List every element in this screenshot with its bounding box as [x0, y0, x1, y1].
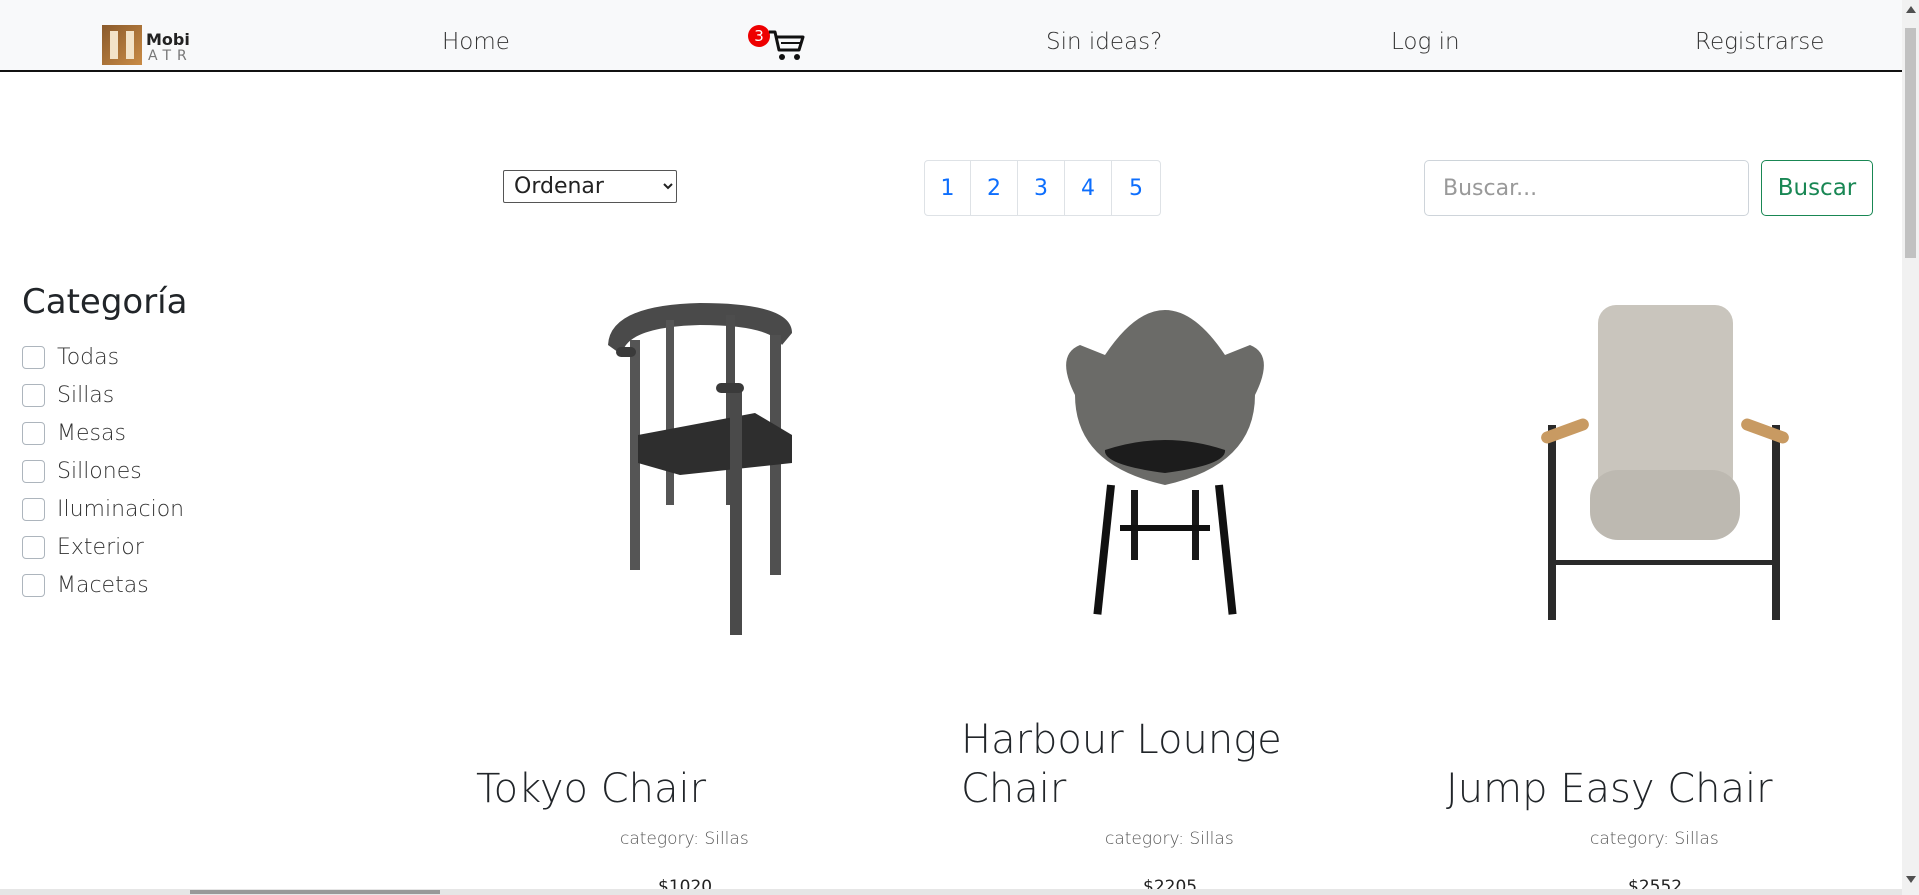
nav-login-link[interactable]: Log in [1391, 29, 1460, 55]
category-label: Sillones [57, 458, 142, 484]
product-name[interactable]: Jump Easy Chair [1446, 765, 1826, 814]
logo-text-bottom: ATR [148, 48, 193, 64]
cart-icon [769, 30, 805, 60]
product-category: category: Sillas [1105, 829, 1234, 849]
product-category: category: Sillas [620, 829, 749, 849]
category-item-mesas[interactable]: Mesas [22, 414, 184, 452]
product-card-harbour-lounge-chair[interactable]: Harbour Lounge Chair category: Sillas $2… [955, 285, 1375, 895]
chair-image[interactable] [530, 285, 830, 635]
nav-home-link[interactable]: Home [442, 29, 510, 55]
horizontal-scrollbar[interactable] [0, 889, 1902, 895]
category-checkbox[interactable] [22, 421, 45, 445]
page-link-1[interactable]: 1 [924, 160, 971, 216]
product-name[interactable]: Tokyo Chair [476, 765, 856, 814]
category-label: Mesas [57, 420, 126, 446]
vertical-scrollbar[interactable] [1902, 0, 1919, 895]
category-label: Exterior [57, 534, 144, 560]
search-button[interactable]: Buscar [1761, 160, 1873, 216]
category-item-sillas[interactable]: Sillas [22, 376, 184, 414]
category-label: Iluminacion [57, 496, 185, 522]
category-item-sillones[interactable]: Sillones [22, 452, 184, 490]
brand-logo[interactable]: Mobi ATR [102, 25, 192, 67]
nav-register-link[interactable]: Registrarse [1695, 29, 1824, 55]
category-checkbox[interactable] [22, 535, 45, 559]
category-item-exterior[interactable]: Exterior [22, 528, 184, 566]
category-checkbox[interactable] [22, 345, 45, 369]
category-checkbox[interactable] [22, 573, 45, 597]
category-item-iluminacion[interactable]: Iluminacion [22, 490, 184, 528]
category-label: Macetas [57, 572, 149, 598]
category-title: Categoría [22, 282, 188, 322]
category-checkbox[interactable] [22, 459, 45, 483]
category-checkbox[interactable] [22, 383, 45, 407]
chair-image[interactable] [1500, 285, 1800, 635]
logo-mark-icon [102, 25, 142, 65]
chair-image[interactable] [1015, 285, 1315, 635]
pagination: 1 2 3 4 5 [924, 160, 1161, 216]
category-item-todas[interactable]: Todas [22, 338, 184, 376]
search-input[interactable] [1424, 160, 1749, 216]
cart-button[interactable]: 3 [745, 23, 810, 65]
scroll-down-arrow-icon[interactable] [1906, 876, 1916, 883]
page-link-5[interactable]: 5 [1111, 160, 1161, 216]
category-list: Todas Sillas Mesas Sillones Iluminacion … [22, 338, 184, 604]
product-card-tokyo-chair[interactable]: Tokyo Chair category: Sillas $1020 [470, 285, 890, 895]
cart-count-badge: 3 [748, 25, 770, 47]
product-category: category: Sillas [1590, 829, 1719, 849]
product-card-jump-easy-chair[interactable]: Jump Easy Chair category: Sillas $2552 [1440, 285, 1860, 895]
category-item-macetas[interactable]: Macetas [22, 566, 184, 604]
category-label: Sillas [57, 382, 115, 408]
page-link-4[interactable]: 4 [1064, 160, 1112, 216]
page-link-3[interactable]: 3 [1017, 160, 1065, 216]
nav-ideas-link[interactable]: Sin ideas? [1046, 29, 1162, 55]
scroll-thumb[interactable] [1905, 28, 1916, 258]
product-name[interactable]: Harbour Lounge Chair [961, 716, 1341, 814]
navbar: Mobi ATR Home 3 Sin ideas? Log in Regist… [0, 0, 1902, 72]
page-link-2[interactable]: 2 [970, 160, 1018, 216]
category-label: Todas [57, 344, 120, 370]
sort-select[interactable]: Ordenar [503, 170, 677, 203]
scroll-up-arrow-icon[interactable] [1906, 6, 1916, 13]
logo-text-top: Mobi [146, 30, 190, 49]
horizontal-scroll-thumb[interactable] [190, 890, 440, 894]
category-checkbox[interactable] [22, 497, 45, 521]
